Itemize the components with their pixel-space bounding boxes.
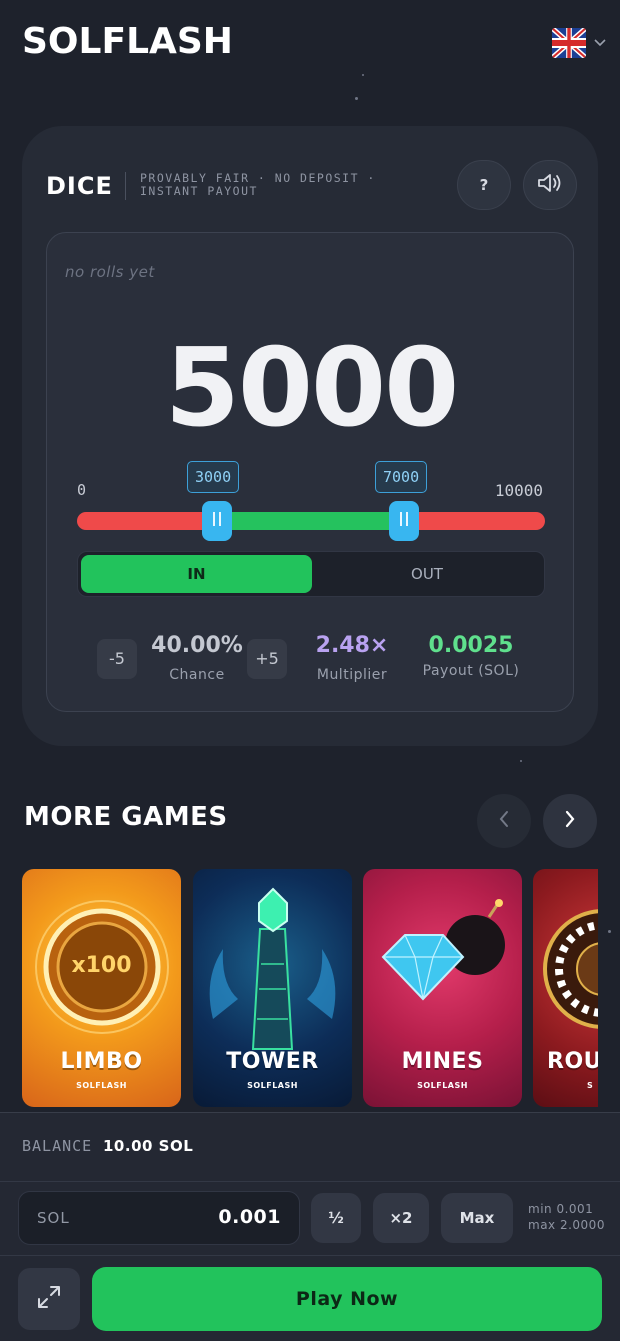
game-tagline: PROVABLY FAIR · NO DEPOSIT · INSTANT PAY…	[140, 171, 376, 198]
games-carousel: x100 LIMBO SOLFLASH TOWER SOLFLASH MINES…	[22, 869, 598, 1109]
balance-display: BALANCE 10.00 SOL	[22, 1137, 193, 1155]
expand-icon	[36, 1284, 62, 1314]
max-bet-button[interactable]: Max	[441, 1193, 513, 1243]
in-out-toggle: IN OUT	[77, 551, 545, 597]
game-name: TOWER	[226, 1049, 319, 1074]
payout-value: 0.0025	[428, 633, 514, 658]
max-bet-label: max 2.0000	[528, 1218, 605, 1232]
title-divider	[125, 172, 126, 200]
chance-label: Chance	[169, 667, 225, 683]
divider	[0, 1181, 620, 1182]
roll-result: 5000	[164, 326, 460, 451]
fullscreen-button[interactable]	[18, 1268, 80, 1330]
game-name: MINES	[401, 1049, 484, 1074]
more-games-title: MORE GAMES	[24, 802, 228, 832]
multiplier-label: Multiplier	[316, 667, 388, 683]
game-brand: SOLFLASH	[247, 1081, 298, 1090]
game-brand: S	[587, 1081, 594, 1090]
bet-amount-input[interactable]: SOL 0.001	[18, 1191, 300, 1245]
game-card-mines[interactable]: MINES SOLFLASH	[363, 869, 522, 1107]
double-bet-button[interactable]: ×2	[373, 1193, 429, 1243]
carousel-next-button[interactable]	[543, 794, 597, 848]
chevron-down-icon	[594, 35, 606, 51]
speaker-icon	[536, 172, 564, 198]
chance-value: 40.00%	[151, 633, 243, 658]
payout-label: Payout (SOL)	[422, 663, 520, 679]
slider-handle-high[interactable]	[389, 501, 419, 541]
divider	[0, 1255, 620, 1256]
range-slider-track[interactable]	[77, 512, 545, 530]
decrease-chance-button[interactable]: -5	[97, 639, 137, 679]
grip-icon	[212, 511, 222, 531]
low-value-tag: 3000	[187, 461, 240, 493]
brand-logo[interactable]: SOLFLASH	[22, 22, 233, 62]
sound-button[interactable]	[523, 160, 577, 210]
game-name: ROU	[547, 1049, 598, 1074]
uk-flag-icon	[552, 28, 586, 58]
multiplier-value: 2.48×	[315, 633, 389, 658]
game-card-tower[interactable]: TOWER SOLFLASH	[193, 869, 352, 1107]
slider-handle-low[interactable]	[202, 501, 232, 541]
chevron-left-icon	[498, 809, 510, 834]
mode-out-button[interactable]: OUT	[313, 555, 541, 593]
limbo-badge: x100	[71, 953, 132, 978]
roll-area: no rolls yet 5000 0 10000 3000 7000 IN O…	[46, 232, 574, 712]
dice-game-panel: DICE PROVABLY FAIR · NO DEPOSIT · INSTAN…	[22, 126, 598, 746]
grip-icon	[399, 511, 409, 531]
min-bet-label: min 0.001	[528, 1202, 594, 1216]
game-title: DICE	[46, 172, 113, 200]
carousel-prev-button[interactable]	[477, 794, 531, 848]
bet-amount-value: 0.001	[218, 1206, 281, 1228]
game-card-limbo[interactable]: x100 LIMBO SOLFLASH	[22, 869, 181, 1107]
balance-value: 10.00 SOL	[103, 1137, 194, 1155]
high-value-tag: 7000	[375, 461, 428, 493]
bet-limits: min 0.001 max 2.0000	[528, 1201, 605, 1233]
roll-history: no rolls yet	[65, 263, 155, 281]
game-card-roulette[interactable]: ROU S	[533, 869, 598, 1107]
help-button[interactable]: ?	[457, 160, 511, 210]
language-selector[interactable]	[552, 28, 606, 58]
play-now-button[interactable]: Play Now	[92, 1267, 602, 1331]
range-max-label: 10000	[494, 481, 543, 500]
half-bet-button[interactable]: ½	[311, 1193, 361, 1243]
bet-panel: BALANCE 10.00 SOL SOL 0.001 ½ ×2 Max min…	[0, 1112, 620, 1341]
mode-in-button[interactable]: IN	[81, 555, 312, 593]
game-name: LIMBO	[60, 1049, 143, 1074]
balance-label: BALANCE	[22, 1137, 93, 1155]
header: SOLFLASH	[0, 0, 620, 90]
bet-currency: SOL	[37, 1209, 70, 1227]
range-min-label: 0	[77, 481, 87, 499]
game-brand: SOLFLASH	[417, 1081, 468, 1090]
game-brand: SOLFLASH	[76, 1081, 127, 1090]
increase-chance-button[interactable]: +5	[247, 639, 287, 679]
chevron-right-icon	[564, 809, 576, 834]
